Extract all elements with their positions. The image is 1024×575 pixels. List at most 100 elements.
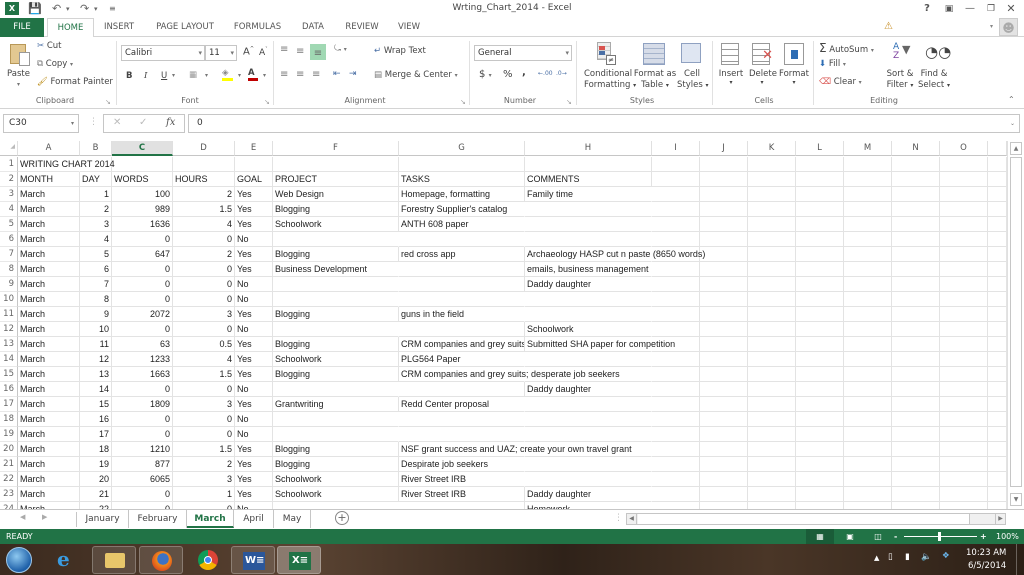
header-cell[interactable]: DAY <box>80 172 112 187</box>
data-cell[interactable]: Schoolwork <box>273 487 399 502</box>
empty-cell[interactable] <box>988 472 1007 487</box>
percent-button[interactable]: % <box>503 69 513 80</box>
empty-cell[interactable] <box>652 157 700 172</box>
column-header-b[interactable]: B <box>80 141 112 156</box>
data-cell[interactable]: No <box>235 382 273 397</box>
empty-cell[interactable] <box>844 322 892 337</box>
data-cell[interactable] <box>399 322 525 337</box>
underline-button[interactable]: U <box>161 71 167 81</box>
ribbon-display-options-icon[interactable]: ▣ <box>941 2 957 16</box>
font-launcher-icon[interactable]: ↘ <box>264 98 270 106</box>
empty-cell[interactable] <box>988 457 1007 472</box>
empty-cell[interactable] <box>940 412 988 427</box>
row-header-7[interactable]: 7 <box>0 247 18 262</box>
empty-cell[interactable] <box>988 232 1007 247</box>
data-cell[interactable]: Homework <box>525 502 652 509</box>
empty-cell[interactable] <box>652 442 700 457</box>
minimize-icon[interactable]: — <box>962 2 978 16</box>
data-cell[interactable]: 0 <box>173 322 235 337</box>
empty-cell[interactable] <box>892 502 940 509</box>
data-cell[interactable] <box>525 232 652 247</box>
empty-cell[interactable] <box>844 202 892 217</box>
empty-cell[interactable] <box>748 187 796 202</box>
row-header-15[interactable]: 15 <box>0 367 18 382</box>
empty-cell[interactable] <box>892 397 940 412</box>
data-cell[interactable]: NSF grant success and UAZ; create your o… <box>399 442 632 457</box>
empty-cell[interactable] <box>844 337 892 352</box>
data-cell[interactable]: 12 <box>80 352 112 367</box>
taskbar-firefox[interactable] <box>139 546 183 574</box>
empty-cell[interactable] <box>700 457 748 472</box>
data-cell[interactable]: Yes <box>235 262 273 277</box>
empty-cell[interactable] <box>844 502 892 509</box>
empty-cell[interactable] <box>844 262 892 277</box>
empty-cell[interactable] <box>700 427 748 442</box>
data-cell[interactable]: 4 <box>80 232 112 247</box>
empty-cell[interactable] <box>892 217 940 232</box>
data-cell[interactable]: Yes <box>235 442 273 457</box>
data-cell[interactable]: 0 <box>173 412 235 427</box>
start-button[interactable] <box>6 547 32 573</box>
conditional-formatting-button[interactable]: Conditional Formatting ▾ <box>584 69 636 91</box>
data-cell[interactable]: 0 <box>173 292 235 307</box>
bold-button[interactable]: B <box>126 71 132 81</box>
scroll-up-button[interactable]: ▲ <box>1010 142 1022 155</box>
empty-cell[interactable] <box>892 202 940 217</box>
data-cell[interactable]: March <box>18 382 80 397</box>
data-cell[interactable] <box>399 427 525 442</box>
data-cell[interactable] <box>525 397 652 412</box>
page-break-view-button[interactable]: ◫ <box>864 529 892 544</box>
data-cell[interactable]: CRM companies and grey suits <box>399 337 525 352</box>
empty-cell[interactable] <box>988 367 1007 382</box>
empty-cell[interactable] <box>700 397 748 412</box>
empty-cell[interactable] <box>700 502 748 509</box>
empty-cell[interactable] <box>796 352 844 367</box>
network-icon[interactable]: ▮ <box>905 552 910 562</box>
empty-cell[interactable] <box>892 157 940 172</box>
row-header-12[interactable]: 12 <box>0 322 18 337</box>
data-cell[interactable]: 4 <box>173 352 235 367</box>
empty-cell[interactable] <box>700 472 748 487</box>
empty-cell[interactable] <box>892 322 940 337</box>
empty-cell[interactable] <box>652 277 700 292</box>
volume-icon[interactable]: 🔈 <box>921 552 932 562</box>
data-cell[interactable] <box>525 412 652 427</box>
alignment-launcher-icon[interactable]: ↘ <box>460 98 466 106</box>
empty-cell[interactable] <box>700 277 748 292</box>
empty-cell[interactable] <box>844 247 892 262</box>
data-cell[interactable] <box>273 382 399 397</box>
borders-dropdown-icon[interactable]: ▾ <box>205 72 208 79</box>
data-cell[interactable]: Homepage, formatting <box>399 187 525 202</box>
data-cell[interactable]: March <box>18 322 80 337</box>
clock-time[interactable]: 10:23 AM <box>966 548 1006 558</box>
empty-cell[interactable] <box>748 157 796 172</box>
data-cell[interactable]: March <box>18 187 80 202</box>
empty-cell[interactable] <box>748 277 796 292</box>
data-cell[interactable] <box>399 502 525 509</box>
empty-cell[interactable] <box>652 187 700 202</box>
zoom-level[interactable]: 100% <box>996 529 1019 544</box>
empty-cell[interactable] <box>892 457 940 472</box>
empty-cell[interactable] <box>844 277 892 292</box>
align-right-icon[interactable]: ≡ <box>312 69 320 80</box>
data-cell[interactable]: 21 <box>80 487 112 502</box>
empty-cell[interactable] <box>844 427 892 442</box>
empty-cell[interactable] <box>988 202 1007 217</box>
empty-cell[interactable] <box>796 382 844 397</box>
empty-cell[interactable] <box>892 382 940 397</box>
row-header-5[interactable]: 5 <box>0 217 18 232</box>
empty-cell[interactable] <box>988 397 1007 412</box>
row-header-11[interactable]: 11 <box>0 307 18 322</box>
data-cell[interactable] <box>273 232 399 247</box>
show-desktop-button[interactable] <box>1016 544 1024 575</box>
font-name-select[interactable]: Calibri ▾ <box>121 45 205 61</box>
column-header-h[interactable]: H <box>525 141 652 156</box>
data-cell[interactable]: March <box>18 217 80 232</box>
row-header-14[interactable]: 14 <box>0 352 18 367</box>
data-cell[interactable]: March <box>18 427 80 442</box>
insert-cells-button[interactable]: Insert ▾ <box>718 69 744 86</box>
data-cell[interactable]: 0 <box>173 502 235 509</box>
insert-function-icon[interactable]: fx <box>166 117 175 128</box>
data-cell[interactable]: 0 <box>173 232 235 247</box>
empty-cell[interactable] <box>892 427 940 442</box>
